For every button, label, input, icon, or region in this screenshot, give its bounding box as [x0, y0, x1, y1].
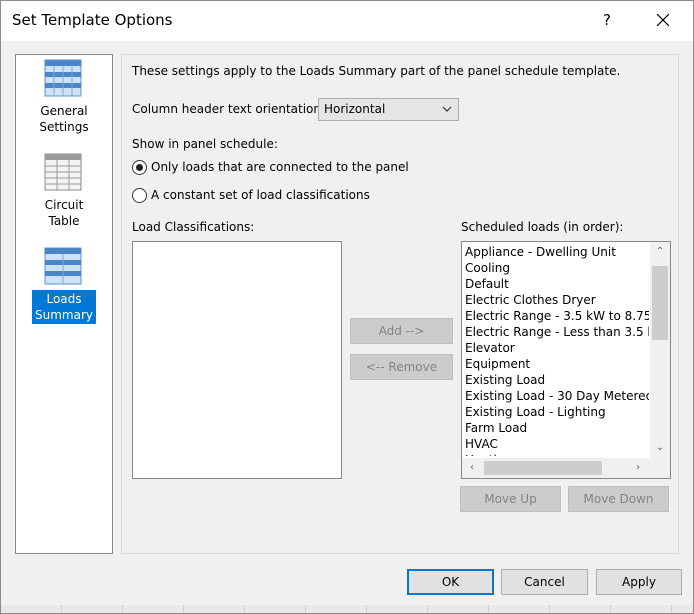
- add-button[interactable]: Add -->: [350, 318, 453, 344]
- scheduled-load-item[interactable]: Heating: [465, 452, 649, 456]
- radio-connected-loads-label[interactable]: Only loads that are connected to the pan…: [151, 160, 409, 174]
- scheduled-load-item[interactable]: Electric Range - Less than 3.5 kW: [465, 324, 649, 340]
- nav-label-circuit-2: Table: [48, 214, 80, 228]
- load-classifications-list[interactable]: [132, 241, 342, 479]
- scheduled-load-item[interactable]: Electric Range - 3.5 kW to 8.75 kW: [465, 308, 649, 324]
- nav-item-general-settings[interactable]: General Settings: [16, 55, 112, 145]
- scroll-down-arrow-icon[interactable]: ⌄: [650, 438, 670, 458]
- load-classifications-label: Load Classifications:: [132, 220, 255, 234]
- remove-button[interactable]: <-- Remove: [350, 354, 453, 380]
- scheduled-load-item[interactable]: Appliance - Dwelling Unit: [465, 244, 649, 260]
- show-in-schedule-label: Show in panel schedule:: [132, 137, 278, 151]
- move-up-button[interactable]: Move Up: [460, 486, 561, 512]
- window-title: Set Template Options: [12, 11, 173, 29]
- vertical-scrollbar[interactable]: ⌃ ⌄: [650, 242, 670, 458]
- move-down-button[interactable]: Move Down: [568, 486, 669, 512]
- scheduled-load-item[interactable]: Existing Load - Lighting: [465, 404, 649, 420]
- scrollbar-corner: [650, 458, 670, 478]
- loads-summary-icon: [44, 247, 82, 285]
- radio-constant-set[interactable]: [132, 188, 147, 203]
- horizontal-scrollbar[interactable]: ‹ ›: [462, 458, 650, 478]
- nav-label-general-1: General: [40, 104, 88, 118]
- horizontal-scroll-thumb[interactable]: [484, 461, 602, 475]
- nav-label-circuit-1: Circuit: [44, 198, 84, 212]
- orientation-value: Horizontal: [324, 102, 386, 116]
- panel-description: These settings apply to the Loads Summar…: [132, 64, 621, 78]
- scheduled-load-item[interactable]: Existing Load: [465, 372, 649, 388]
- scroll-left-arrow-icon[interactable]: ‹: [462, 458, 482, 478]
- general-settings-icon: [44, 59, 82, 97]
- orientation-dropdown[interactable]: Horizontal: [318, 98, 459, 121]
- cancel-button[interactable]: Cancel: [501, 569, 588, 595]
- scheduled-loads-label: Scheduled loads (in order):: [461, 220, 624, 234]
- ok-button[interactable]: OK: [407, 569, 494, 595]
- scheduled-loads-list[interactable]: Appliance - Dwelling Unit Cooling Default E…: [461, 241, 671, 479]
- radio-connected-loads[interactable]: [132, 160, 147, 175]
- radio-constant-set-label[interactable]: A constant set of load classifications: [151, 188, 370, 202]
- vertical-scroll-thumb[interactable]: [652, 266, 668, 340]
- scheduled-load-item[interactable]: Equipment: [465, 356, 649, 372]
- background-strip: [1, 605, 693, 613]
- title-bar: Set Template Options ?: [1, 1, 693, 41]
- set-template-options-dialog: Set Template Options ? General Settings: [0, 0, 694, 614]
- chevron-down-icon: [442, 106, 452, 112]
- close-button[interactable]: [648, 5, 678, 35]
- scroll-right-arrow-icon[interactable]: ›: [628, 458, 648, 478]
- scheduled-load-item[interactable]: Cooling: [465, 260, 649, 276]
- nav-item-loads-summary[interactable]: Loads Summary: [16, 245, 112, 335]
- scheduled-loads-items: Appliance - Dwelling Unit Cooling Default E…: [465, 244, 649, 456]
- nav-label-loads-1: Loads: [46, 292, 82, 306]
- scroll-up-arrow-icon[interactable]: ⌃: [650, 242, 670, 262]
- scheduled-load-item[interactable]: HVAC: [465, 436, 649, 452]
- scheduled-load-item[interactable]: Farm Load: [465, 420, 649, 436]
- nav-label-general-2: Settings: [39, 120, 89, 134]
- nav-item-circuit-table[interactable]: Circuit Table: [16, 150, 112, 240]
- scheduled-load-item[interactable]: Electric Clothes Dryer: [465, 292, 649, 308]
- scheduled-load-item[interactable]: Elevator: [465, 340, 649, 356]
- scheduled-load-item[interactable]: Default: [465, 276, 649, 292]
- scheduled-load-item[interactable]: Existing Load - 30 Day Metered: [465, 388, 649, 404]
- orientation-label: Column header text orientation:: [132, 102, 326, 116]
- apply-button[interactable]: Apply: [596, 569, 682, 595]
- options-nav: General Settings Circuit Table Loads Sum…: [15, 54, 113, 554]
- close-icon: [656, 13, 670, 27]
- help-button[interactable]: ?: [592, 5, 622, 35]
- nav-label-loads-2: Summary: [35, 308, 93, 322]
- circuit-table-icon: [44, 153, 82, 191]
